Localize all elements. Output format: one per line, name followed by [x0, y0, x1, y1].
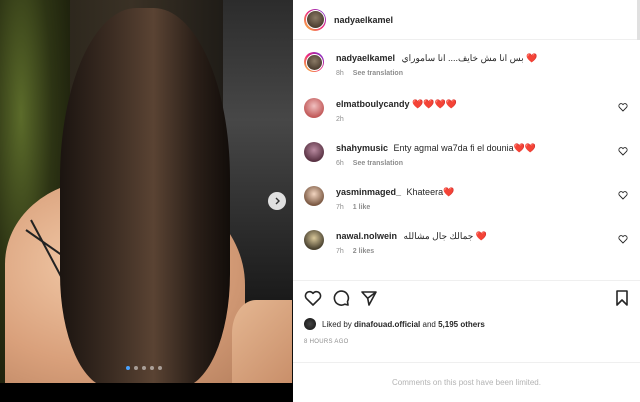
- caption-text: بس انا مش خايف.... انا ساموراي: [401, 53, 524, 63]
- see-translation-link[interactable]: See translation: [353, 160, 403, 167]
- bookmark-icon[interactable]: [613, 289, 631, 307]
- media-bottom-bar: [0, 383, 293, 402]
- comment-username[interactable]: elmatboulycandy: [336, 99, 410, 109]
- comment-avatar[interactable]: [304, 186, 324, 206]
- caption-username[interactable]: nadyaelkamel: [336, 53, 395, 63]
- comment-text: Enty agmal wa7da fi el dounia: [393, 143, 514, 153]
- post-photo: [0, 0, 293, 383]
- liked-by-prefix: Liked by: [322, 319, 352, 329]
- comment-time: 6h: [336, 160, 344, 167]
- heart-outline-icon[interactable]: [618, 190, 628, 200]
- heart-outline-icon[interactable]: [618, 102, 628, 112]
- comment-likes-link[interactable]: 2 likes: [353, 248, 374, 255]
- carousel-dot: [158, 366, 162, 370]
- carousel-dot: [126, 366, 130, 370]
- photo-hair: [60, 8, 230, 383]
- heart-outline-icon[interactable]: [618, 146, 628, 156]
- comment-username[interactable]: yasminmaged_: [336, 187, 401, 197]
- instagram-post-modal: nadyaelkamel nadyaelkamel بس انا مش خايف…: [0, 0, 640, 402]
- comment-row: shahymusic Enty agmal wa7da fi el dounia…: [304, 142, 634, 167]
- comment-text: Khateera: [406, 187, 444, 197]
- comment-avatar[interactable]: [304, 230, 324, 250]
- author-avatar[interactable]: [304, 8, 326, 31]
- comment-hearts: ❤️: [475, 231, 488, 241]
- likes-count-link[interactable]: 5,195 others: [438, 320, 485, 329]
- heart-outline-icon[interactable]: [618, 234, 628, 244]
- comment-row: elmatboulycandy ❤️❤️❤️❤️ 2h: [304, 98, 634, 123]
- photo-hand: [232, 300, 292, 383]
- likes-and: and: [422, 319, 436, 329]
- author-username[interactable]: nadyaelkamel: [334, 15, 393, 25]
- share-icon[interactable]: [360, 289, 378, 307]
- comments-limited-notice: Comments on this post have been limited.: [293, 362, 640, 402]
- action-bar: [293, 280, 640, 320]
- comment-hearts: ❤️❤️❤️❤️: [412, 99, 457, 109]
- see-translation-link[interactable]: See translation: [353, 70, 403, 77]
- comment-time: 7h: [336, 204, 344, 211]
- comment-avatar[interactable]: [304, 98, 324, 118]
- carousel-dot: [142, 366, 146, 370]
- comment-time: 7h: [336, 248, 344, 255]
- heart-emoji: ❤️: [526, 53, 538, 63]
- post-panel: nadyaelkamel nadyaelkamel بس انا مش خايف…: [293, 0, 640, 402]
- carousel-dot: [150, 366, 154, 370]
- comment-username[interactable]: nawal.nolwein: [336, 231, 397, 241]
- heart-outline-icon[interactable]: [304, 289, 322, 307]
- comment-time: 2h: [336, 116, 344, 123]
- comment-row: nawal.nolwein جمالك جال مشالله ❤️ 7h 2 l…: [304, 230, 634, 255]
- next-slide-button[interactable]: [268, 192, 286, 210]
- caption-avatar[interactable]: [304, 52, 324, 72]
- caption-row: nadyaelkamel بس انا مش خايف.... انا سامو…: [304, 52, 634, 77]
- comment-likes-link[interactable]: 1 like: [353, 204, 371, 211]
- comment-icon[interactable]: [332, 289, 350, 307]
- comment-row: yasminmaged_ Khateera❤️ 7h 1 like: [304, 186, 634, 211]
- comment-hearts: ❤️: [443, 187, 455, 197]
- caption-time: 8h: [336, 70, 344, 77]
- comment-hearts: ❤️❤️: [513, 143, 537, 153]
- comment-avatar[interactable]: [304, 142, 324, 162]
- likes-summary: Liked by dinafouad.official and 5,195 ot…: [304, 318, 485, 330]
- comment-username[interactable]: shahymusic: [336, 143, 388, 153]
- comments-list: nadyaelkamel بس انا مش خايف.... انا سامو…: [293, 40, 640, 280]
- comment-text: جمالك جال مشالله: [403, 231, 474, 241]
- liker-avatar[interactable]: [304, 318, 316, 330]
- next-arrow-icon: [275, 197, 280, 205]
- carousel-dot: [134, 366, 138, 370]
- liker-username[interactable]: dinafouad.official: [354, 320, 420, 329]
- post-header: nadyaelkamel: [293, 0, 640, 40]
- post-time[interactable]: 8 HOURS AGO: [304, 339, 349, 345]
- carousel-dots: [126, 366, 162, 370]
